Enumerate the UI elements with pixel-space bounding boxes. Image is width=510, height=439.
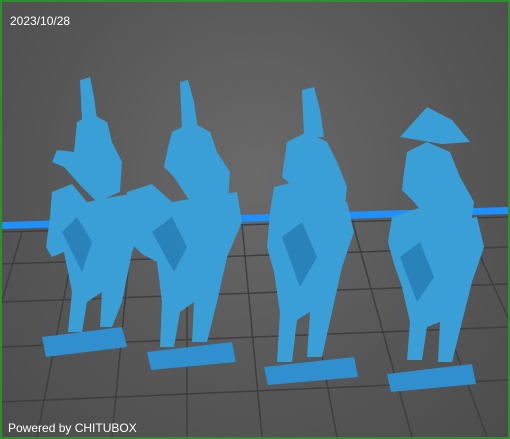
model-horse: [124, 184, 242, 347]
model-base: [42, 327, 127, 357]
model-bicorne-hat: [400, 107, 470, 144]
cavalry-figure-2[interactable]: [124, 80, 242, 370]
cavalry-figure-4[interactable]: [387, 107, 484, 392]
model-plume: [180, 80, 198, 130]
model-base: [387, 364, 476, 392]
viewport-3d[interactable]: 2023/10/28 Powered by CHITUBOX: [0, 0, 510, 439]
scene-canvas[interactable]: [2, 2, 508, 437]
date-label: 2023/10/28: [10, 14, 71, 28]
powered-by-label: Powered by CHITUBOX: [8, 421, 137, 435]
cavalry-figure-3[interactable]: [264, 87, 358, 385]
model-plume: [80, 77, 97, 120]
model-rider: [164, 122, 230, 212]
model-plume: [302, 87, 324, 137]
